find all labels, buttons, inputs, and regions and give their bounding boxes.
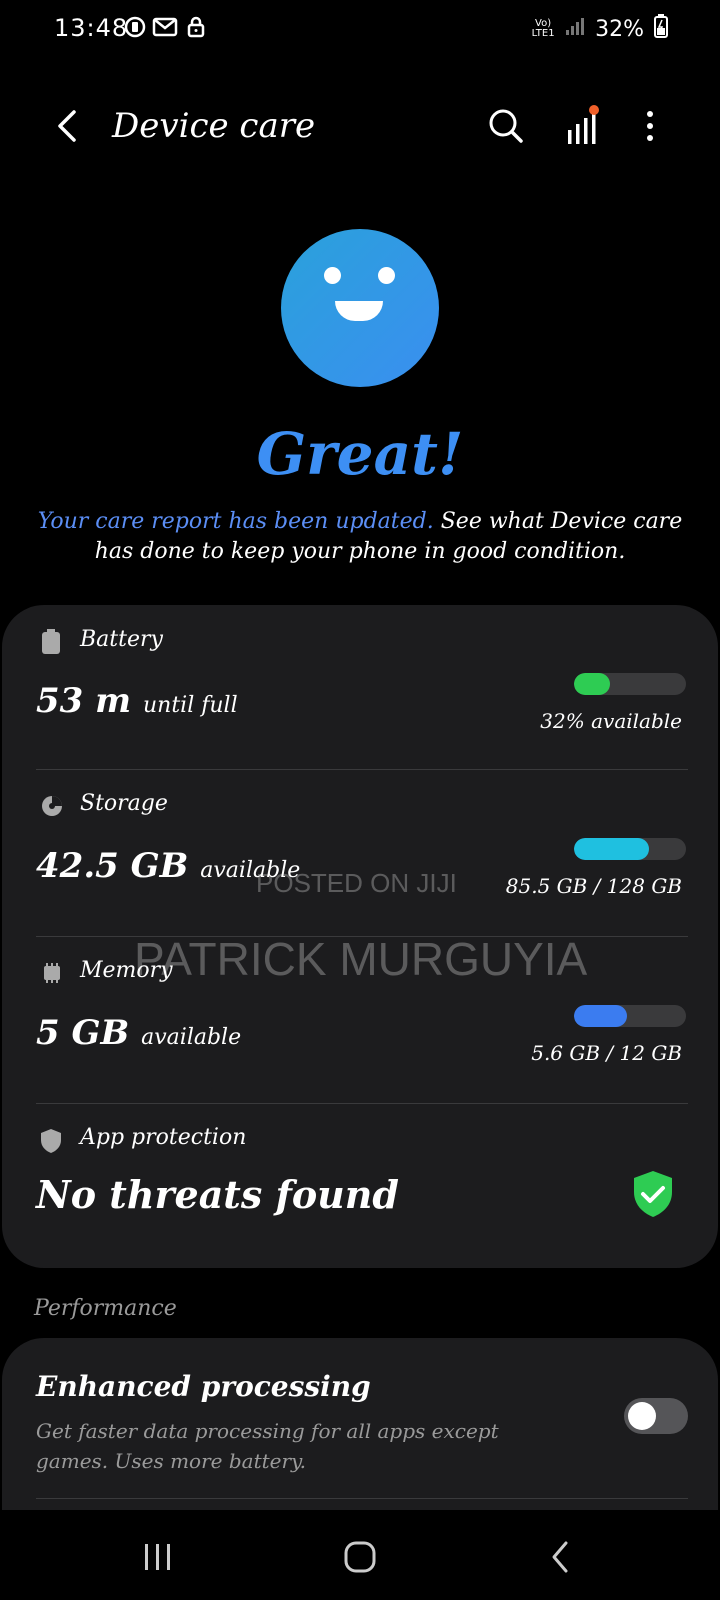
storage-usage-bar (574, 838, 686, 860)
recent-apps-button[interactable] (128, 1532, 188, 1582)
memory-value-suffix: available (141, 1025, 242, 1050)
battery-label: Battery (80, 627, 163, 652)
smile (335, 301, 383, 321)
storage-usage: 85.5 GB / 128 GB (505, 874, 682, 898)
diagnostics-button[interactable] (562, 104, 606, 148)
divider (36, 1498, 688, 1499)
battery-time-value: 53 m until full (36, 681, 238, 721)
enhanced-processing-title: Enhanced processing (36, 1370, 371, 1403)
battery-level-bar (574, 673, 686, 695)
lock-icon (186, 16, 206, 42)
navigation-bar (0, 1510, 720, 1600)
storage-available: 42.5 GB (36, 846, 189, 886)
memory-usage-bar (574, 1005, 686, 1027)
memory-label: Memory (80, 958, 173, 983)
recents-icon (145, 1544, 170, 1570)
back-arrow-icon (552, 1541, 568, 1573)
shield-check-icon (632, 1170, 674, 1222)
memory-usage: 5.6 GB / 12 GB (531, 1041, 682, 1065)
bar-chart-icon (568, 105, 599, 144)
enhanced-processing-toggle[interactable] (624, 1398, 688, 1434)
nav-back-button[interactable] (532, 1532, 592, 1582)
threat-status: No threats found (36, 1172, 400, 1217)
device-care-screen: 13:48 Vo) LTE1 32% Device care Great! Yo… (0, 0, 720, 1600)
battery-section[interactable]: Battery 53 m until full 32% available (2, 605, 718, 769)
memory-usage-fill (574, 1005, 627, 1027)
more-vertical-icon (647, 111, 653, 141)
right-eye (378, 267, 395, 284)
battery-time: 53 m (36, 681, 132, 721)
status-headline: Great! (256, 420, 464, 488)
memory-available: 5 GB (36, 1013, 130, 1053)
left-eye (324, 267, 341, 284)
enhanced-processing-description: Get faster data processing for all apps … (36, 1419, 499, 1473)
gmail-icon (152, 16, 178, 42)
storage-value: 42.5 GB available (36, 846, 300, 886)
app-bar: Device care (0, 96, 720, 156)
network-type: Vo) LTE1 (531, 18, 555, 39)
memory-chip-icon (40, 961, 64, 989)
happy-face-icon (281, 229, 439, 387)
storage-label: Storage (80, 791, 168, 816)
search-icon (489, 109, 523, 143)
storage-section[interactable]: Storage 42.5 GB available 85.5 GB / 128 … (2, 770, 718, 936)
page-title: Device care (112, 106, 316, 146)
memory-value: 5 GB available (36, 1013, 241, 1053)
search-button[interactable] (484, 104, 528, 148)
more-options-button[interactable] (628, 104, 672, 148)
battery-available: 32% available (540, 709, 682, 733)
care-report-link[interactable]: Your care report has been updated. (38, 509, 434, 534)
battery-level-fill (574, 673, 610, 695)
battery-charging-icon (654, 14, 668, 44)
app-protection-section[interactable]: App protection No threats found (2, 1104, 718, 1268)
status-time: 13:48 (54, 14, 129, 42)
home-button[interactable] (330, 1532, 390, 1582)
device-status-card: Battery 53 m until full 32% available St… (2, 605, 718, 1268)
app-protection-label: App protection (80, 1125, 247, 1150)
notification-app-icon (124, 16, 146, 42)
battery-time-suffix: until full (142, 693, 238, 718)
care-report-text: Your care report has been updated. See w… (30, 507, 690, 567)
status-bar: 13:48 Vo) LTE1 32% (0, 0, 720, 60)
battery-icon (40, 629, 62, 659)
pie-chart-icon (40, 794, 64, 822)
storage-usage-fill (574, 838, 650, 860)
storage-value-suffix: available (200, 858, 301, 883)
performance-header: Performance (34, 1296, 177, 1321)
signal-icon (565, 16, 585, 42)
performance-card: Enhanced processing Get faster data proc… (2, 1338, 718, 1518)
battery-percent: 32% (595, 16, 644, 42)
chevron-left-icon (58, 110, 76, 142)
memory-section[interactable]: Memory 5 GB available 5.6 GB / 12 GB (2, 937, 718, 1103)
back-button[interactable] (50, 104, 90, 148)
shield-icon (40, 1128, 62, 1158)
status-indicators: Vo) LTE1 32% (531, 14, 668, 44)
toggle-knob (628, 1402, 656, 1430)
home-icon (344, 1541, 376, 1573)
